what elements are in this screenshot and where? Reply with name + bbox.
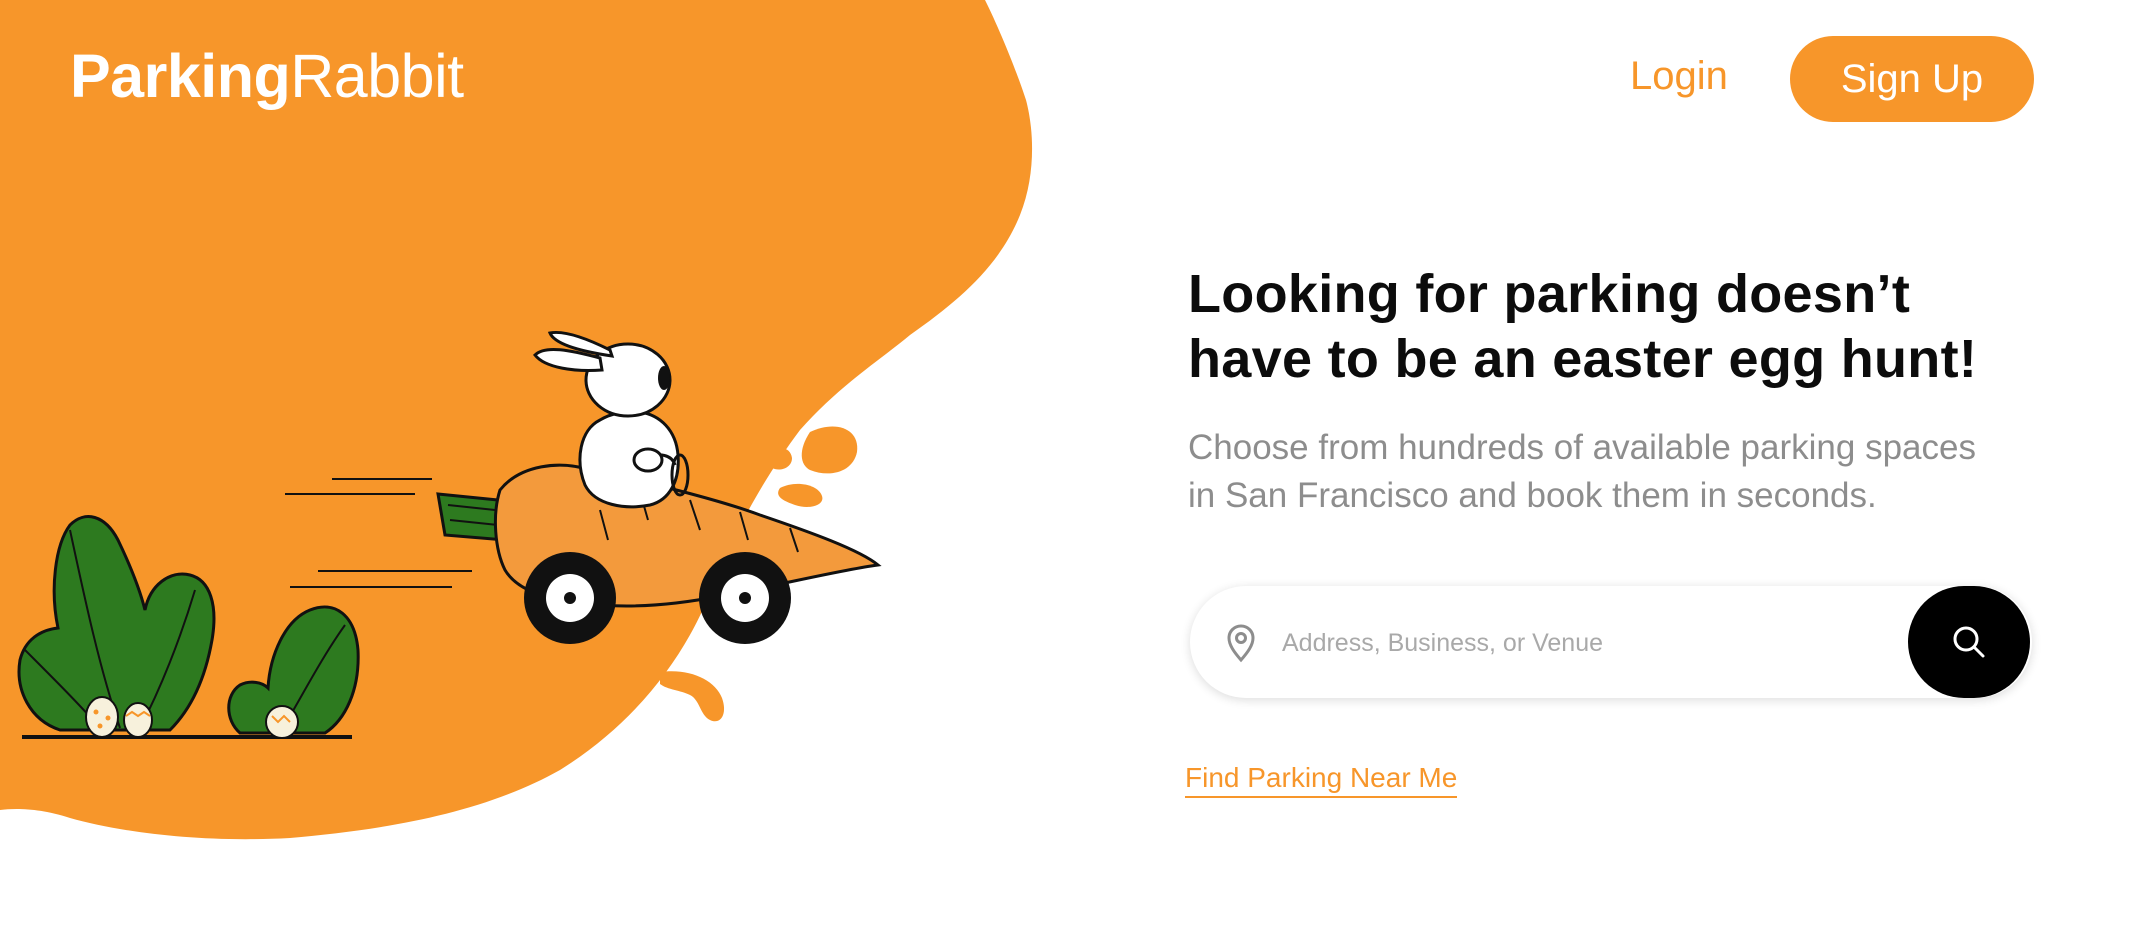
hero-headline-line-1: Looking for parking doesn’t bbox=[1188, 264, 1911, 324]
hero-subtext-line-2: in San Francisco and book them in second… bbox=[1188, 476, 1877, 515]
login-link[interactable]: Login bbox=[1630, 56, 1728, 96]
hero-headline: Looking for parking doesn’t have to be a… bbox=[1188, 262, 2088, 392]
search-button[interactable] bbox=[1908, 586, 2030, 698]
brand-name-light: Rabbit bbox=[290, 42, 464, 110]
splash-bottom bbox=[660, 671, 725, 722]
landing-page: ParkingRabbit Login Sign Up Looking for … bbox=[0, 0, 2156, 940]
hero-subtext-line-1: Choose from hundreds of available parkin… bbox=[1188, 428, 1976, 467]
find-parking-near-me-link[interactable]: Find Parking Near Me bbox=[1185, 764, 1458, 798]
location-pin-icon bbox=[1227, 624, 1255, 663]
brand-logo[interactable]: ParkingRabbit bbox=[70, 46, 464, 107]
signup-button[interactable]: Sign Up bbox=[1790, 36, 2034, 122]
search-input[interactable] bbox=[1280, 616, 1884, 670]
search-icon bbox=[1953, 626, 1985, 658]
brand-name-bold: Parking bbox=[70, 42, 291, 110]
hero-subtext: Choose from hundreds of available parkin… bbox=[1188, 424, 2048, 520]
hero-headline-line-2: have to be an easter egg hunt! bbox=[1188, 329, 1978, 389]
search-bar bbox=[1190, 586, 2032, 698]
